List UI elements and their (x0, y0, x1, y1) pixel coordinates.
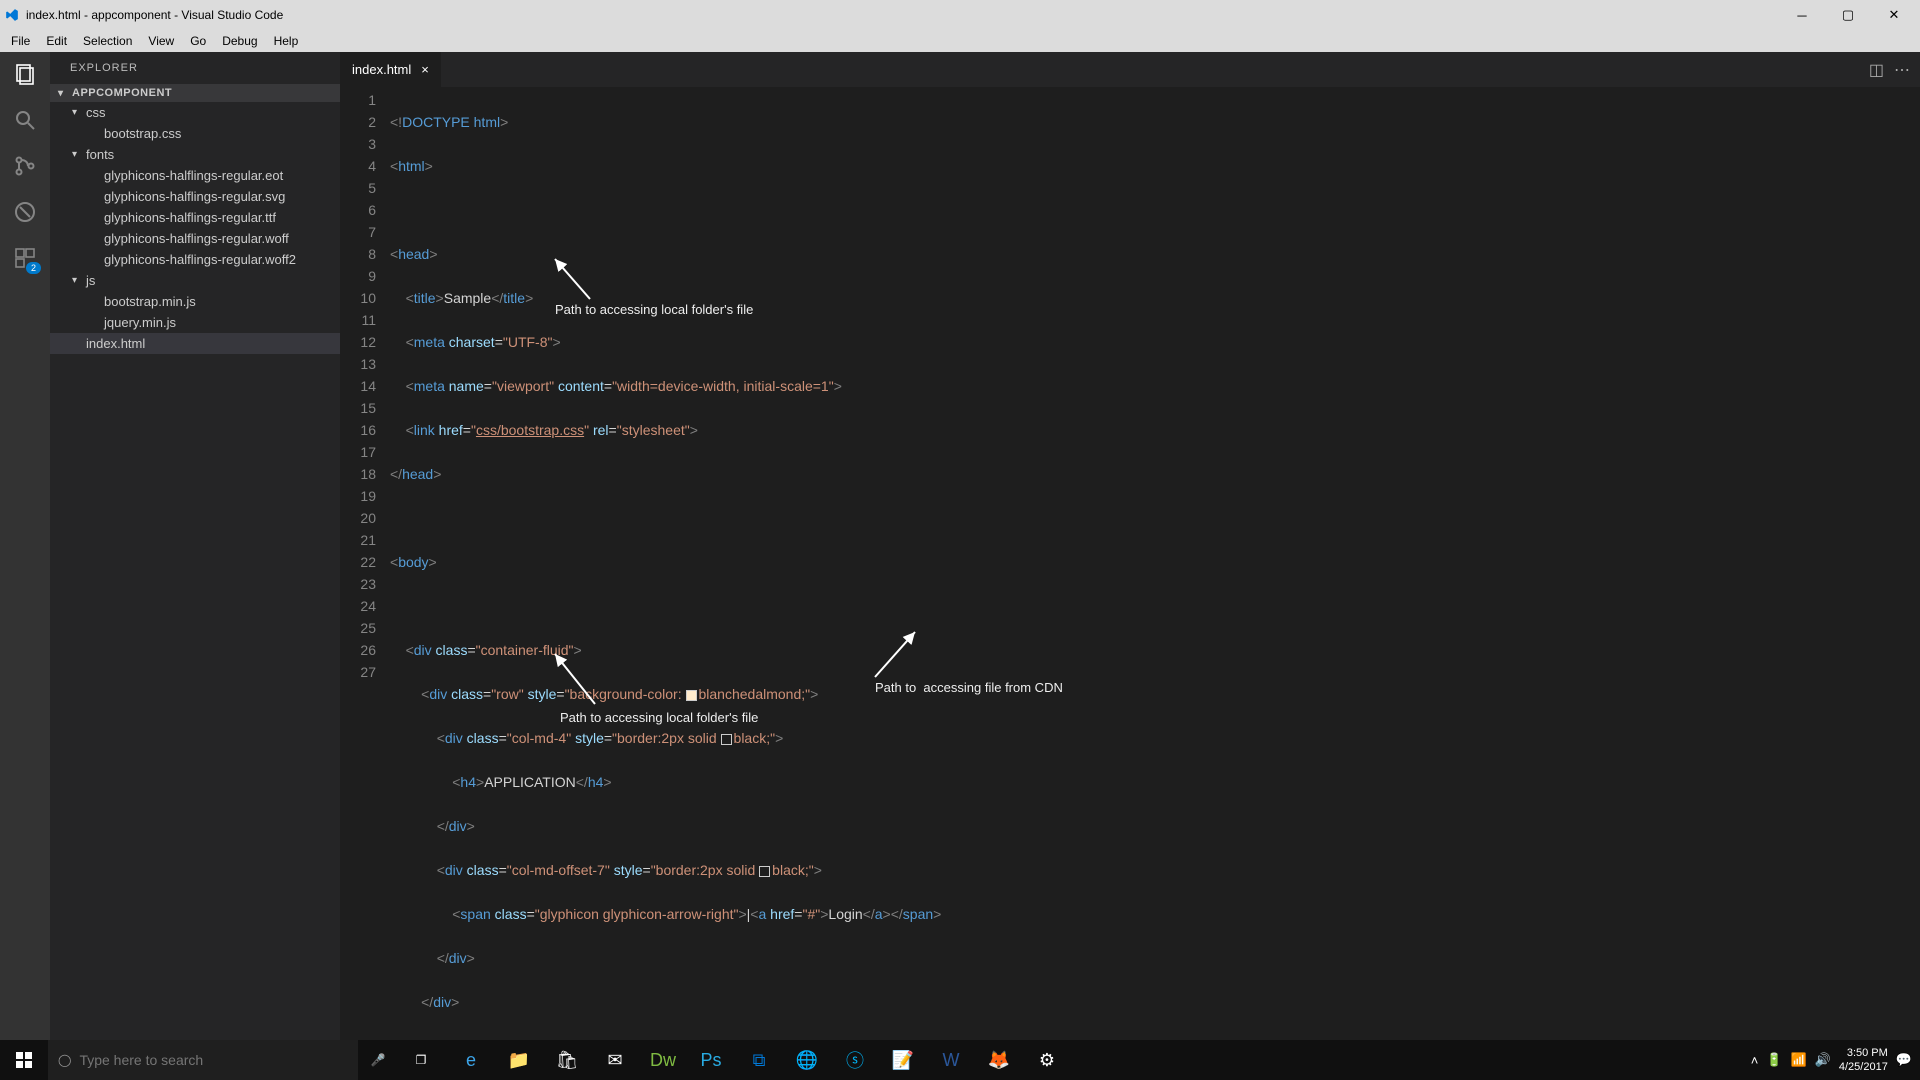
tab-index-html[interactable]: index.html × (340, 52, 441, 87)
menu-selection[interactable]: Selection (76, 32, 139, 50)
tray-battery-icon[interactable]: 🔋 (1766, 1052, 1782, 1068)
source-control-icon[interactable] (11, 152, 39, 180)
app-store[interactable]: 🛍 (544, 1040, 590, 1080)
file-font-svg[interactable]: glyphicons-halflings-regular.svg (50, 186, 340, 207)
annotation-local-js: Path to accessing local folder's file (560, 707, 758, 729)
app-vscode[interactable]: ⧉ (736, 1040, 782, 1080)
extensions-badge: 2 (26, 262, 41, 274)
tab-close-icon[interactable]: × (421, 62, 429, 77)
minimize-button[interactable]: ─ (1780, 1, 1824, 29)
debug-icon[interactable] (11, 198, 39, 226)
system-tray: ˄ 🔋 📶 🔊 3:50 PM 4/25/2017 💬 (1751, 1046, 1920, 1074)
file-font-woff2[interactable]: glyphicons-halflings-regular.woff2 (50, 249, 340, 270)
file-bootstrap-min-js[interactable]: bootstrap.min.js (50, 291, 340, 312)
close-button[interactable]: ✕ (1872, 1, 1916, 29)
menu-debug[interactable]: Debug (215, 32, 264, 50)
code-editor[interactable]: 1234567891011121314151617181920212223242… (340, 87, 1920, 1040)
app-edge[interactable]: e (448, 1040, 494, 1080)
menu-bar: File Edit Selection View Go Debug Help (0, 30, 1920, 52)
app-notepad[interactable]: 📝 (880, 1040, 926, 1080)
tab-bar: index.html × ◫ ⋯ (340, 52, 1920, 87)
folder-js[interactable]: ▾js (50, 270, 340, 291)
file-index-html[interactable]: index.html (50, 333, 340, 354)
app-settings[interactable]: ⚙ (1024, 1040, 1070, 1080)
extensions-icon[interactable]: 2 (11, 244, 39, 272)
more-actions-icon[interactable]: ⋯ (1894, 60, 1910, 80)
start-button[interactable] (0, 1052, 48, 1068)
editor: index.html × ◫ ⋯ 12345678910111213141516… (340, 52, 1920, 1040)
app-photoshop[interactable]: Ps (688, 1040, 734, 1080)
tray-clock[interactable]: 3:50 PM 4/25/2017 (1839, 1046, 1888, 1074)
tray-volume-icon[interactable]: 🔊 (1815, 1052, 1831, 1068)
mic-icon[interactable]: 🎤 (358, 1053, 398, 1067)
app-mail[interactable]: ✉ (592, 1040, 638, 1080)
project-name: APPCOMPONENT (72, 87, 172, 99)
code-content[interactable]: <!DOCTYPE html> <html> <head> <title>Sam… (390, 89, 1920, 1040)
app-word[interactable]: W (928, 1040, 974, 1080)
menu-help[interactable]: Help (267, 32, 306, 50)
menu-go[interactable]: Go (183, 32, 213, 50)
explorer-icon[interactable] (11, 60, 39, 88)
maximize-button[interactable]: ▢ (1826, 1, 1870, 29)
line-gutter: 1234567891011121314151617181920212223242… (340, 89, 390, 1040)
activity-bar: 2 (0, 52, 50, 1040)
title-bar: index.html - appcomponent - Visual Studi… (0, 0, 1920, 30)
split-editor-icon[interactable]: ◫ (1869, 60, 1884, 80)
cortana-icon: ◯ (58, 1053, 71, 1067)
window-title: index.html - appcomponent - Visual Studi… (26, 8, 1780, 22)
search-input[interactable] (79, 1052, 348, 1068)
search-icon[interactable] (11, 106, 39, 134)
sidebar: EXPLORER ▾APPCOMPONENT ▾css bootstrap.cs… (50, 52, 340, 1040)
window-controls: ─ ▢ ✕ (1780, 1, 1916, 29)
menu-view[interactable]: View (141, 32, 181, 50)
app-firefox[interactable]: 🦊 (976, 1040, 1022, 1080)
file-bootstrap-css[interactable]: bootstrap.css (50, 123, 340, 144)
tray-time: 3:50 PM (1839, 1046, 1888, 1060)
tray-date: 4/25/2017 (1839, 1060, 1888, 1074)
file-font-eot[interactable]: glyphicons-halflings-regular.eot (50, 165, 340, 186)
app-skype[interactable]: ⓢ (832, 1040, 878, 1080)
file-font-ttf[interactable]: glyphicons-halflings-regular.ttf (50, 207, 340, 228)
sidebar-title: EXPLORER (50, 52, 340, 80)
project-header[interactable]: ▾APPCOMPONENT (50, 84, 340, 102)
tab-actions: ◫ ⋯ (1869, 52, 1920, 87)
task-view-icon[interactable]: ❐ (398, 1053, 444, 1067)
folder-css[interactable]: ▾css (50, 102, 340, 123)
vscode-icon (4, 7, 20, 23)
app-file-explorer[interactable]: 📁 (496, 1040, 542, 1080)
tray-wifi-icon[interactable]: 📶 (1791, 1052, 1807, 1068)
file-font-woff[interactable]: glyphicons-halflings-regular.woff (50, 228, 340, 249)
file-jquery-min-js[interactable]: jquery.min.js (50, 312, 340, 333)
main-area: 2 EXPLORER ▾APPCOMPONENT ▾css bootstrap.… (0, 52, 1920, 1040)
app-chrome[interactable]: 🌐 (784, 1040, 830, 1080)
taskbar-apps: e 📁 🛍 ✉ Dw Ps ⧉ 🌐 ⓢ 📝 W 🦊 ⚙ (444, 1040, 1070, 1080)
app-dreamweaver[interactable]: Dw (640, 1040, 686, 1080)
tray-chevron-icon[interactable]: ˄ (1751, 1053, 1759, 1068)
menu-file[interactable]: File (4, 32, 37, 50)
folder-fonts[interactable]: ▾fonts (50, 144, 340, 165)
tab-label: index.html (352, 62, 411, 77)
taskbar-search[interactable]: ◯ (48, 1040, 358, 1080)
tray-notifications-icon[interactable]: 💬 (1896, 1052, 1912, 1068)
taskbar: ◯ 🎤 ❐ e 📁 🛍 ✉ Dw Ps ⧉ 🌐 ⓢ 📝 W 🦊 ⚙ ˄ 🔋 📶 … (0, 1040, 1920, 1080)
menu-edit[interactable]: Edit (39, 32, 74, 50)
